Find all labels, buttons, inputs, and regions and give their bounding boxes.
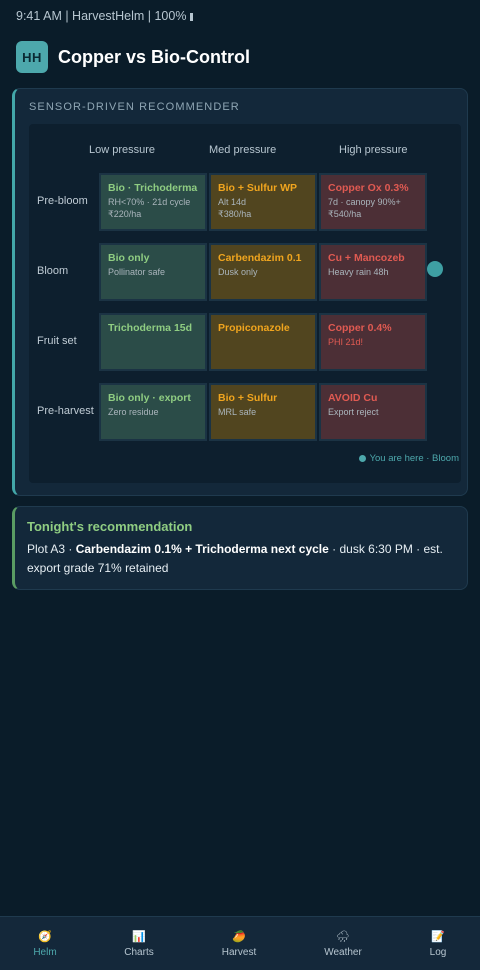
cell-title: Propiconazole xyxy=(218,322,290,334)
cell-detail: Heavy rain 48h xyxy=(328,267,389,277)
tab-label: Weather xyxy=(324,947,362,958)
matrix-cell[interactable]: Bio only · export Zero residue xyxy=(99,383,207,441)
column-header-high: High pressure xyxy=(339,144,408,156)
tab-label: Helm xyxy=(33,947,57,958)
row-label-fruit-set: Fruit set xyxy=(37,335,77,347)
cell-title: Copper Ox 0.3% xyxy=(328,182,409,194)
legend-label: You are here · Bloom xyxy=(369,453,459,464)
battery-icon xyxy=(190,13,194,21)
recommendation-title: Tonight's recommendation xyxy=(27,519,193,534)
tab-weather[interactable]: 🌧 Weather xyxy=(303,917,383,970)
tab-log[interactable]: 📝 Log xyxy=(398,917,478,970)
tab-harvest[interactable]: 🥭 Harvest xyxy=(199,917,279,970)
tab-label: Harvest xyxy=(221,947,257,958)
matrix-cell[interactable]: Cu + Mancozeb Heavy rain 48h xyxy=(319,243,427,301)
matrix-cell[interactable]: Propiconazole xyxy=(209,313,317,371)
row-label-bloom: Bloom xyxy=(37,265,69,277)
recommendation-card: Tonight's recommendation Plot A3 · Carbe… xyxy=(12,506,468,590)
app-header: HH Copper vs Bio-Control xyxy=(16,41,250,73)
cell-detail: 7d · canopy 90%+ xyxy=(328,197,401,207)
rain-cloud-icon: 🌧 xyxy=(336,931,350,943)
tab-charts[interactable]: 📊 Charts xyxy=(99,917,179,970)
row-label-pre-bloom: Pre-bloom xyxy=(37,195,88,207)
cell-title: Bio only xyxy=(108,252,150,264)
cell-title: Copper 0.4% xyxy=(328,322,392,334)
recommendation-prefix: Plot A3 · xyxy=(27,542,76,556)
recommendation-product: Carbendazim 0.1% + Trichoderma next cycl… xyxy=(75,542,329,556)
cell-detail: Dusk only xyxy=(218,267,258,277)
status-text: 9:41 AM | HarvestHelm | 100% xyxy=(16,9,187,23)
recommender-title: SENSOR-DRIVEN RECOMMENDER xyxy=(29,101,240,113)
cell-detail: ₹540/ha xyxy=(328,209,362,219)
matrix-cell[interactable]: Bio + Sulfur WP Alt 14d ₹380/ha xyxy=(209,173,317,231)
avatar[interactable]: HH xyxy=(16,41,48,73)
row-label-pre-harvest: Pre-harvest xyxy=(37,405,94,417)
cell-title: Bio · Trichoderma xyxy=(108,182,198,194)
compass-icon: 🧭 xyxy=(38,931,52,943)
cell-title: Cu + Mancozeb xyxy=(328,252,405,264)
matrix-cell[interactable]: Copper 0.4% PHI 21d! xyxy=(319,313,427,371)
cell-detail: Zero residue xyxy=(108,407,159,417)
column-header-low: Low pressure xyxy=(89,144,156,156)
tab-helm[interactable]: 🧭 Helm xyxy=(5,917,85,970)
matrix-cell[interactable]: Bio · Trichoderma RH<70% · 21d cycle ₹220/… xyxy=(99,173,207,231)
location-dot-icon xyxy=(358,455,366,462)
recommendation-text: Plot A3 · Carbendazim 0.1% + Trichoderma… xyxy=(27,540,455,578)
cell-detail: PHI 21d! xyxy=(328,337,364,347)
cell-detail: Alt 14d xyxy=(218,197,247,207)
matrix-cell[interactable]: Copper Ox 0.3% 7d · canopy 90%+ ₹540/ha xyxy=(319,173,427,231)
cell-detail: ₹220/ha xyxy=(108,209,142,219)
cell-title: Bio + Sulfur WP xyxy=(218,182,298,194)
cell-title: Trichoderma 15d xyxy=(108,322,193,334)
cell-detail: MRL safe xyxy=(218,407,257,417)
page-title: Copper vs Bio-Control xyxy=(58,46,250,67)
column-header-med: Med pressure xyxy=(209,144,277,156)
matrix-cell[interactable]: Trichoderma 15d xyxy=(99,313,207,371)
cell-title: Carbendazim 0.1 xyxy=(218,252,302,264)
you-are-here-legend: You are here · Bloom xyxy=(358,453,459,464)
tab-label: Charts xyxy=(124,947,154,958)
matrix-cell[interactable]: AVOID Cu Export reject xyxy=(319,383,427,441)
current-stage-marker[interactable] xyxy=(427,261,443,277)
cell-title: Bio + Sulfur xyxy=(218,392,278,404)
bottom-tab-bar: 🧭 Helm 📊 Charts 🥭 Harvest 🌧 Weather 📝 Log xyxy=(0,916,480,970)
memo-icon: 📝 xyxy=(431,931,445,943)
mango-icon: 🥭 xyxy=(232,931,246,943)
status-bar: 9:41 AM | HarvestHelm | 100% xyxy=(16,9,194,23)
cell-title: AVOID Cu xyxy=(328,392,378,404)
recommender-card: SENSOR-DRIVEN RECOMMENDER Low pressure M… xyxy=(12,88,468,496)
matrix-cell[interactable]: Bio + Sulfur MRL safe xyxy=(209,383,317,441)
recommender-matrix: Low pressure Med pressure High pressure … xyxy=(29,124,461,483)
matrix-cell[interactable]: Carbendazim 0.1 Dusk only xyxy=(209,243,317,301)
bar-chart-icon: 📊 xyxy=(132,931,146,943)
cell-detail: ₹380/ha xyxy=(218,209,252,219)
cell-title: Bio only · export xyxy=(108,392,191,404)
cell-detail: Pollinator safe xyxy=(108,267,166,277)
tab-label: Log xyxy=(429,947,447,958)
matrix-cell[interactable]: Bio only Pollinator safe xyxy=(99,243,207,301)
cell-detail: RH<70% · 21d cycle xyxy=(108,197,191,207)
cell-detail: Export reject xyxy=(328,407,379,417)
